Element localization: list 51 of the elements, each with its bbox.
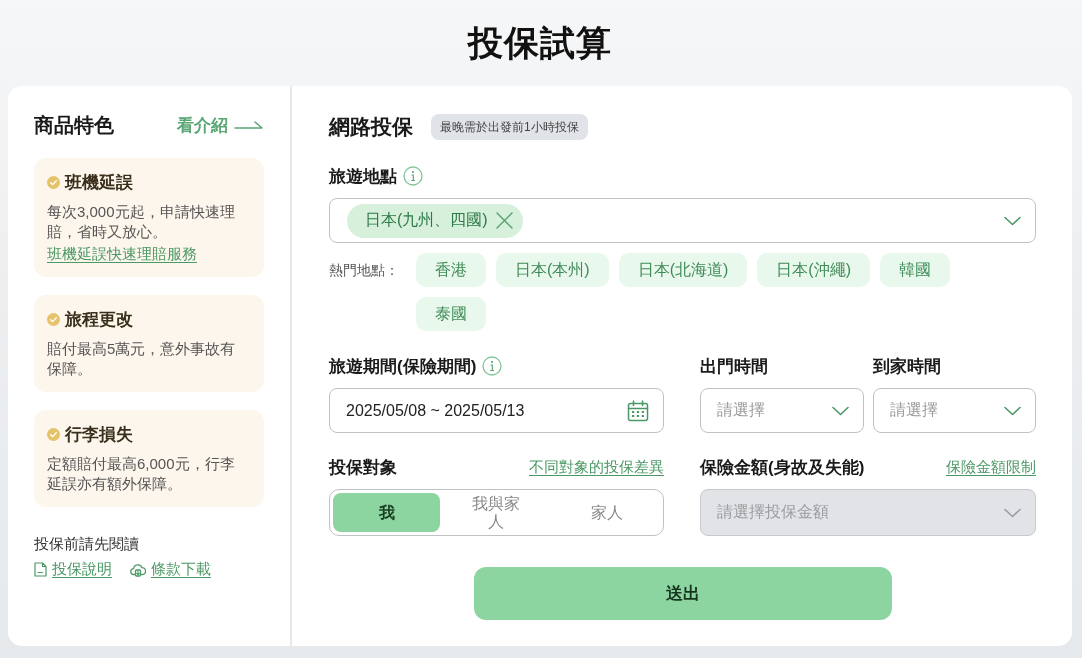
check-circle-icon bbox=[47, 312, 60, 326]
feature-description: 定額賠付最高6,000元，行李延誤亦有額外保障。 bbox=[47, 454, 236, 494]
check-circle-icon bbox=[47, 427, 60, 441]
close-icon[interactable] bbox=[495, 212, 513, 229]
chevron-down-icon bbox=[1004, 507, 1021, 518]
field-label: 到家時間 bbox=[872, 355, 941, 378]
document-link[interactable]: 條款下載 bbox=[130, 559, 211, 579]
feature-description: 賠付最高5萬元，意外事故有保障。 bbox=[47, 339, 237, 379]
insured-option[interactable]: 我與家人 bbox=[443, 493, 550, 532]
insured-difference-link[interactable]: 不同對象的投保差異 bbox=[529, 457, 664, 477]
chevron-down-icon bbox=[1004, 215, 1021, 226]
destination-option[interactable]: 韓國 bbox=[879, 253, 950, 287]
destination-select[interactable]: 日本(九州、四國) bbox=[329, 198, 1036, 243]
feature-link[interactable]: 班機延誤快速理賠服務 bbox=[47, 244, 197, 264]
cloud-download-icon bbox=[130, 561, 146, 577]
feature-title: 行李損失 bbox=[65, 423, 133, 446]
field-label: 投保對象 bbox=[329, 456, 397, 479]
time-select[interactable]: 請選擇 bbox=[872, 388, 1036, 433]
intro-link[interactable]: 看介紹 bbox=[177, 113, 264, 137]
field-label: 保險金額(身故及失能) bbox=[700, 456, 865, 479]
info-icon[interactable] bbox=[482, 356, 503, 376]
feature-description: 每次3,000元起，申請快速理賠，省時又放心。 bbox=[47, 202, 236, 242]
feature-title: 班機延誤 bbox=[65, 171, 133, 194]
document-icon bbox=[34, 561, 47, 577]
document-link[interactable]: 投保說明 bbox=[34, 559, 112, 579]
page-title: 投保試算 bbox=[468, 21, 612, 64]
form-title: 網路投保 bbox=[329, 114, 413, 140]
time-select[interactable]: 請選擇 bbox=[700, 388, 864, 433]
insured-option[interactable]: 家人 bbox=[553, 493, 660, 532]
info-icon[interactable] bbox=[403, 166, 423, 186]
destination-option[interactable]: 日本(北海道) bbox=[618, 253, 748, 287]
chevron-down-icon bbox=[831, 405, 849, 416]
field-label: 出門時間 bbox=[700, 355, 768, 378]
field-label: 旅遊地點 bbox=[329, 165, 397, 188]
destination-chip[interactable]: 日本(九州、四國) bbox=[347, 203, 523, 238]
field-label: 旅遊期間(保險期間) bbox=[329, 355, 477, 378]
calendar-icon[interactable] bbox=[627, 399, 649, 422]
submit-button[interactable]: 送出 bbox=[473, 567, 892, 620]
insured-option[interactable]: 我 bbox=[333, 493, 440, 532]
destination-option[interactable]: 泰國 bbox=[416, 297, 486, 331]
chevron-down-icon bbox=[1004, 405, 1021, 416]
destination-option[interactable]: 日本(本州) bbox=[496, 253, 609, 287]
destination-option[interactable]: 香港 bbox=[416, 253, 486, 287]
read-first-label: 投保前請先閱讀 bbox=[34, 534, 140, 554]
panel-title: 商品特色 bbox=[34, 112, 114, 138]
check-circle-icon bbox=[47, 175, 60, 189]
feature-title: 旅程更改 bbox=[65, 308, 133, 331]
destination-option[interactable]: 日本(沖繩) bbox=[757, 253, 870, 287]
date-range-field[interactable]: 2025/05/08 ~ 2025/05/13 bbox=[329, 388, 664, 433]
popular-label: 熱門地點： bbox=[329, 261, 400, 280]
notice-badge: 最晚需於出發前1小時投保 bbox=[431, 114, 588, 140]
